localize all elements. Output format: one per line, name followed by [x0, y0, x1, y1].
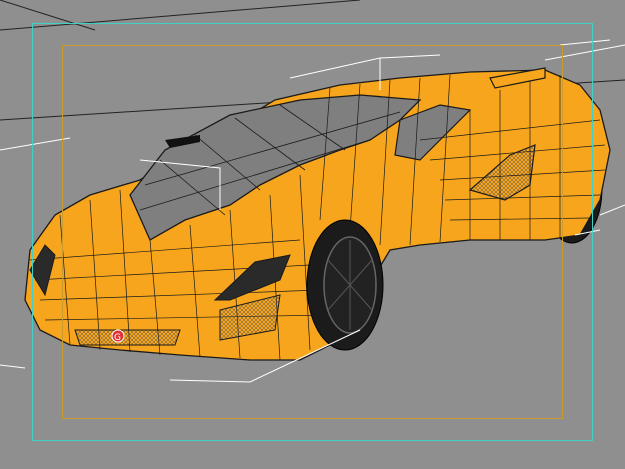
viewport-canvas[interactable]: G: [0, 0, 625, 469]
brand-badge-letter: G: [114, 333, 121, 343]
front-grille: [74, 329, 181, 346]
3d-viewport[interactable]: G: [0, 0, 625, 469]
car-model[interactable]: G: [24, 67, 611, 361]
